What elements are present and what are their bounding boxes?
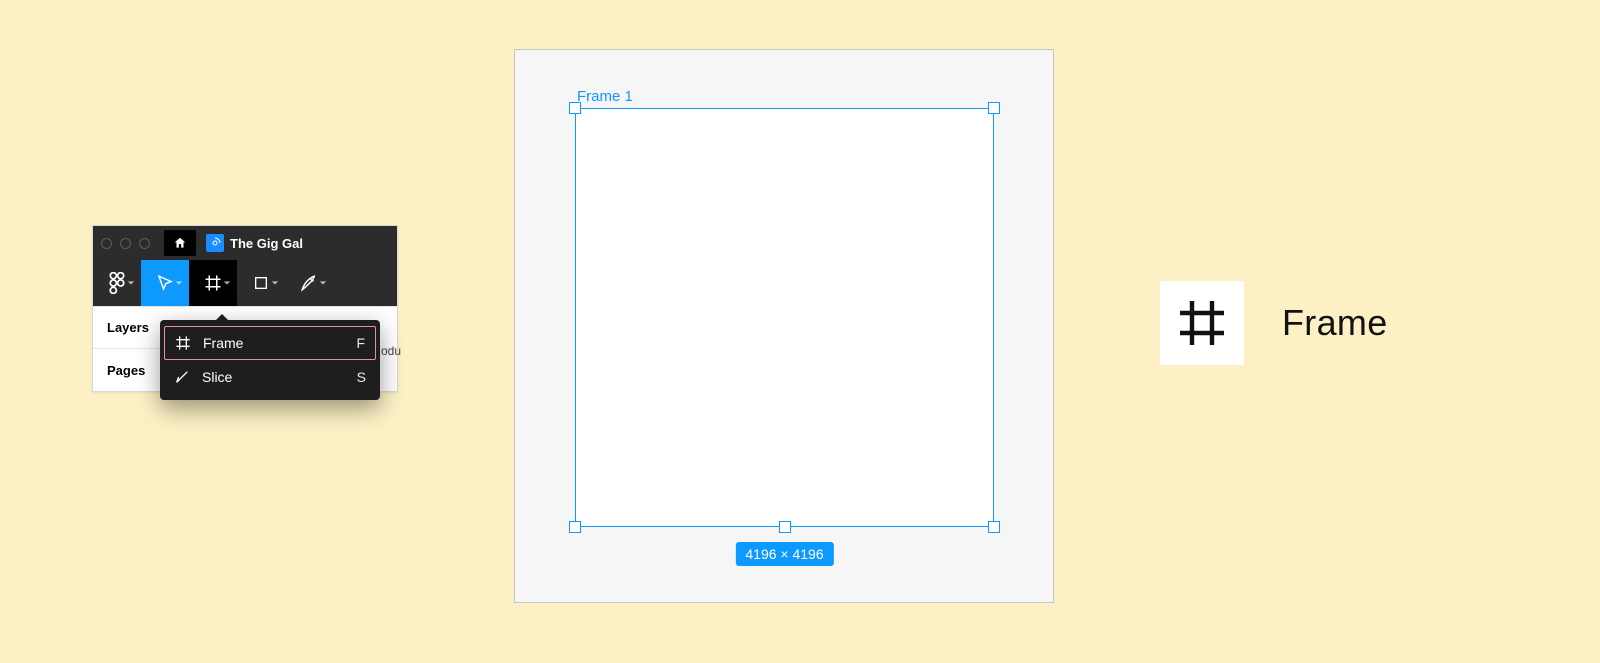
figma-logo-icon: [109, 272, 125, 294]
frame-icon: [1178, 299, 1226, 347]
home-button[interactable]: [164, 230, 196, 256]
frame-icon: [175, 335, 191, 351]
chevron-down-icon: [223, 279, 231, 287]
resize-handle-bottom-left[interactable]: [569, 521, 581, 533]
panel-tab-label: Layers: [107, 320, 149, 335]
dropdown-item-shortcut: F: [356, 335, 365, 351]
figma-menu-button[interactable]: [93, 260, 141, 306]
legend-icon-tile: [1160, 281, 1244, 365]
frame-icon: [204, 274, 222, 292]
dropdown-item-frame[interactable]: Frame F: [164, 326, 376, 360]
traffic-lights: [101, 238, 164, 249]
chevron-down-icon: [175, 279, 183, 287]
chevron-down-icon: [271, 279, 279, 287]
shape-tool-button[interactable]: [237, 260, 285, 306]
selected-frame[interactable]: 4196 × 4196: [576, 109, 993, 526]
slice-icon: [174, 369, 190, 385]
dropdown-item-label: Frame: [203, 335, 243, 351]
move-tool-button[interactable]: [141, 260, 189, 306]
traffic-close-icon[interactable]: [101, 238, 112, 249]
chevron-down-icon: [319, 279, 327, 287]
resize-handle-bottom-mid[interactable]: [779, 521, 791, 533]
panel-tab-label: Pages: [107, 363, 145, 378]
dimensions-badge: 4196 × 4196: [735, 542, 833, 566]
cursor-icon: [156, 274, 174, 292]
chevron-down-icon: [127, 279, 135, 287]
pen-tool-button[interactable]: [285, 260, 333, 306]
pen-icon: [300, 274, 318, 292]
rectangle-icon: [253, 275, 269, 291]
file-tab[interactable]: The Gig Gal: [206, 234, 303, 252]
frame-tool-button[interactable]: [189, 260, 237, 306]
traffic-minimize-icon[interactable]: [120, 238, 131, 249]
resize-handle-bottom-right[interactable]: [988, 521, 1000, 533]
legend-frame: Frame: [1160, 281, 1388, 365]
resize-handle-top-left[interactable]: [569, 102, 581, 114]
main-toolbar: [93, 260, 397, 306]
canvas-area[interactable]: Frame 1 4196 × 4196: [514, 49, 1054, 603]
frame-name-label[interactable]: Frame 1: [577, 88, 633, 105]
frame-tool-dropdown: Frame F Slice S: [160, 320, 380, 400]
legend-label: Frame: [1282, 302, 1388, 344]
file-tab-title: The Gig Gal: [230, 236, 303, 251]
window-titlebar: The Gig Gal: [93, 226, 397, 260]
dropdown-item-label: Slice: [202, 369, 232, 385]
file-logo-icon: [206, 234, 224, 252]
dropdown-item-slice[interactable]: Slice S: [160, 360, 380, 394]
dropdown-item-shortcut: S: [357, 369, 366, 385]
resize-handle-top-right[interactable]: [988, 102, 1000, 114]
home-icon: [173, 236, 187, 250]
traffic-zoom-icon[interactable]: [139, 238, 150, 249]
